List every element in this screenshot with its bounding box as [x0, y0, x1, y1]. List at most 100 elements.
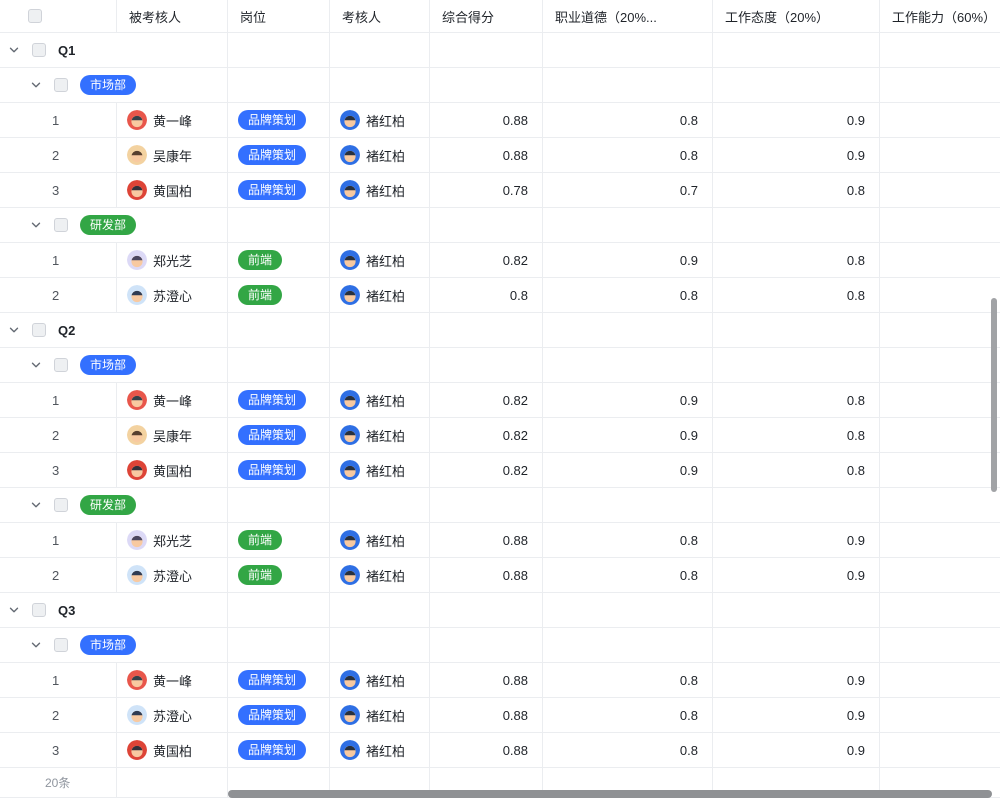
score-cell[interactable]: 0.88 [430, 733, 543, 767]
ethics-cell[interactable]: 0.8 [543, 138, 713, 172]
row-index-cell[interactable]: 1 [0, 663, 117, 697]
row-checkbox[interactable] [32, 323, 46, 337]
attitude-cell[interactable]: 0.9 [713, 138, 880, 172]
ability-cell[interactable] [880, 138, 1000, 172]
vertical-scrollbar[interactable] [991, 298, 997, 492]
ability-cell[interactable] [880, 663, 1000, 697]
attitude-cell[interactable]: 0.9 [713, 733, 880, 767]
score-cell[interactable]: 0.88 [430, 698, 543, 732]
row-index-cell[interactable]: 2 [0, 698, 117, 732]
ethics-cell[interactable]: 0.8 [543, 103, 713, 137]
position-cell[interactable]: 品牌策划 [228, 733, 330, 767]
assessor-cell[interactable]: 褚红柏 [330, 278, 430, 312]
attitude-cell[interactable]: 0.9 [713, 663, 880, 697]
assessor-cell[interactable]: 褚红柏 [330, 383, 430, 417]
ability-cell[interactable] [880, 243, 1000, 277]
column-header-assessor[interactable]: 考核人 [330, 0, 430, 32]
position-cell[interactable]: 品牌策划 [228, 453, 330, 487]
ability-cell[interactable] [880, 523, 1000, 557]
attitude-cell[interactable]: 0.8 [713, 453, 880, 487]
assessor-cell[interactable]: 褚红柏 [330, 523, 430, 557]
ability-cell[interactable] [880, 173, 1000, 207]
row-checkbox[interactable] [54, 78, 68, 92]
assessee-cell[interactable]: 郑光芝 [117, 523, 228, 557]
quarter-cell[interactable]: Q2 [0, 313, 228, 347]
assessee-cell[interactable]: 苏澄心 [117, 278, 228, 312]
position-cell[interactable]: 前端 [228, 243, 330, 277]
assessor-cell[interactable]: 褚红柏 [330, 243, 430, 277]
score-cell[interactable]: 0.8 [430, 278, 543, 312]
position-cell[interactable]: 品牌策划 [228, 103, 330, 137]
score-cell[interactable]: 0.82 [430, 243, 543, 277]
attitude-cell[interactable]: 0.8 [713, 418, 880, 452]
ability-cell[interactable] [880, 698, 1000, 732]
assessee-cell[interactable]: 黄一峰 [117, 103, 228, 137]
assessor-cell[interactable]: 褚红柏 [330, 733, 430, 767]
assessee-cell[interactable]: 黄国柏 [117, 173, 228, 207]
column-header-score[interactable]: 综合得分 [430, 0, 543, 32]
score-cell[interactable]: 0.82 [430, 383, 543, 417]
attitude-cell[interactable]: 0.8 [713, 243, 880, 277]
attitude-cell[interactable]: 0.9 [713, 523, 880, 557]
column-header-attitude[interactable]: 工作态度（20%） [713, 0, 880, 32]
ability-cell[interactable] [880, 383, 1000, 417]
assessor-cell[interactable]: 褚红柏 [330, 138, 430, 172]
assessor-cell[interactable]: 褚红柏 [330, 558, 430, 592]
quarter-cell[interactable]: Q1 [0, 33, 228, 67]
position-cell[interactable]: 前端 [228, 523, 330, 557]
assessor-cell[interactable]: 褚红柏 [330, 173, 430, 207]
row-checkbox[interactable] [54, 218, 68, 232]
ethics-cell[interactable]: 0.9 [543, 418, 713, 452]
ability-cell[interactable] [880, 418, 1000, 452]
position-cell[interactable]: 前端 [228, 558, 330, 592]
column-header-assessee[interactable]: 被考核人 [117, 0, 228, 32]
assessor-cell[interactable]: 褚红柏 [330, 103, 430, 137]
row-checkbox[interactable] [54, 358, 68, 372]
department-cell[interactable]: 市场部 [0, 628, 228, 662]
ethics-cell[interactable]: 0.8 [543, 663, 713, 697]
department-cell[interactable]: 研发部 [0, 208, 228, 242]
score-cell[interactable]: 0.88 [430, 103, 543, 137]
ethics-cell[interactable]: 0.8 [543, 733, 713, 767]
score-cell[interactable]: 0.88 [430, 663, 543, 697]
ethics-cell[interactable]: 0.7 [543, 173, 713, 207]
chevron-down-icon[interactable] [30, 359, 42, 371]
row-index-cell[interactable]: 1 [0, 383, 117, 417]
select-all-checkbox[interactable] [28, 9, 42, 23]
row-index-cell[interactable]: 2 [0, 278, 117, 312]
score-cell[interactable]: 0.82 [430, 453, 543, 487]
attitude-cell[interactable]: 0.9 [713, 103, 880, 137]
chevron-down-icon[interactable] [30, 639, 42, 651]
assessor-cell[interactable]: 褚红柏 [330, 698, 430, 732]
row-index-cell[interactable]: 1 [0, 103, 117, 137]
assessee-cell[interactable]: 苏澄心 [117, 698, 228, 732]
score-cell[interactable]: 0.88 [430, 558, 543, 592]
ability-cell[interactable] [880, 278, 1000, 312]
row-checkbox[interactable] [32, 603, 46, 617]
position-cell[interactable]: 品牌策划 [228, 138, 330, 172]
column-header-ethics[interactable]: 职业道德（20%... [543, 0, 713, 32]
attitude-cell[interactable]: 0.8 [713, 383, 880, 417]
position-cell[interactable]: 前端 [228, 278, 330, 312]
assessee-cell[interactable]: 吴康年 [117, 418, 228, 452]
chevron-down-icon[interactable] [30, 79, 42, 91]
assessee-cell[interactable]: 郑光芝 [117, 243, 228, 277]
score-cell[interactable]: 0.78 [430, 173, 543, 207]
ethics-cell[interactable]: 0.9 [543, 453, 713, 487]
assessor-cell[interactable]: 褚红柏 [330, 418, 430, 452]
row-index-cell[interactable]: 2 [0, 418, 117, 452]
assessee-cell[interactable]: 苏澄心 [117, 558, 228, 592]
assessee-cell[interactable]: 黄一峰 [117, 383, 228, 417]
column-header-ability[interactable]: 工作能力（60%） [880, 0, 1000, 32]
ethics-cell[interactable]: 0.8 [543, 523, 713, 557]
row-checkbox[interactable] [54, 638, 68, 652]
row-index-cell[interactable]: 3 [0, 173, 117, 207]
row-index-cell[interactable]: 1 [0, 523, 117, 557]
assessor-cell[interactable]: 褚红柏 [330, 453, 430, 487]
attitude-cell[interactable]: 0.8 [713, 173, 880, 207]
assessee-cell[interactable]: 黄国柏 [117, 453, 228, 487]
column-header-position[interactable]: 岗位 [228, 0, 330, 32]
assessor-cell[interactable]: 褚红柏 [330, 663, 430, 697]
score-cell[interactable]: 0.88 [430, 138, 543, 172]
assessee-cell[interactable]: 吴康年 [117, 138, 228, 172]
